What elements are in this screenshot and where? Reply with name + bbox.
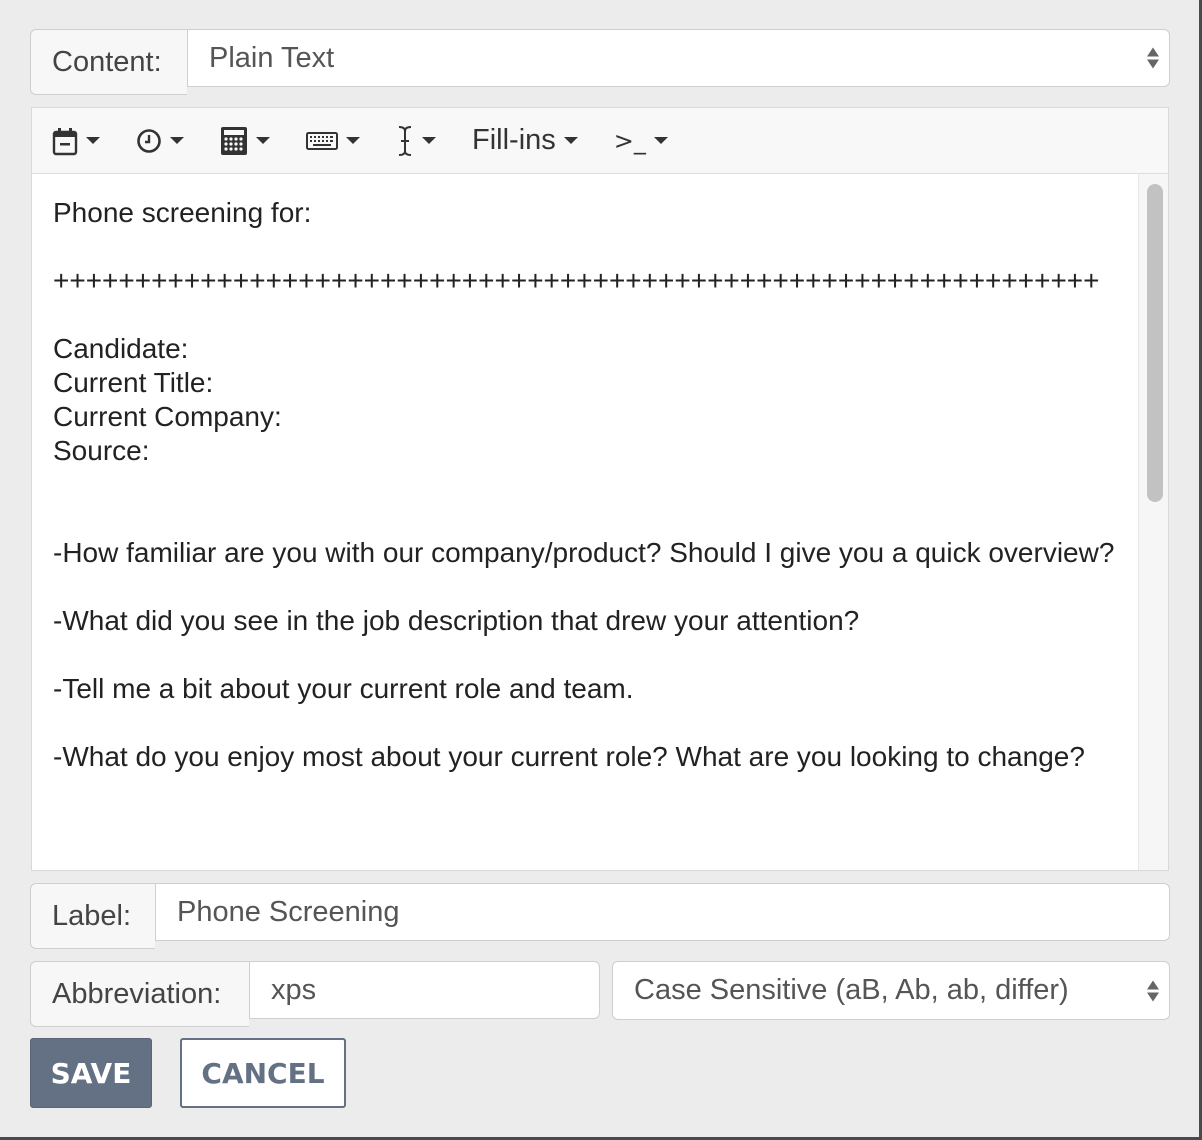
insert-keypress-button[interactable] bbox=[306, 131, 360, 151]
select-arrows-icon bbox=[1147, 980, 1159, 1001]
content-type-group: Content: Plain Text bbox=[30, 29, 1170, 95]
insert-script-button[interactable]: >_ bbox=[614, 127, 668, 155]
label-input[interactable]: Phone Screening bbox=[155, 883, 1170, 941]
case-sensitivity-select[interactable]: Case Sensitive (aB, Ab, ab, differ) bbox=[612, 961, 1170, 1020]
caret-down-icon bbox=[422, 137, 436, 144]
scrollbar-thumb[interactable] bbox=[1147, 184, 1163, 502]
content-type-value: Plain Text bbox=[209, 41, 335, 74]
caret-down-icon bbox=[256, 137, 270, 144]
snippet-editor: Fill-ins >_ Phone screening for: +++++++… bbox=[31, 107, 1169, 871]
snippet-content-textarea[interactable]: Phone screening for: +++++++++++++++++++… bbox=[32, 174, 1138, 870]
select-arrows-icon bbox=[1147, 47, 1159, 69]
insert-time-button[interactable] bbox=[136, 128, 184, 154]
abbreviation-input[interactable]: xps bbox=[249, 961, 600, 1019]
label-group: Label: Phone Screening bbox=[30, 883, 1170, 949]
caret-down-icon bbox=[653, 137, 668, 144]
insert-calculation-button[interactable] bbox=[220, 126, 270, 156]
calculator-icon bbox=[221, 126, 247, 155]
caret-down-icon bbox=[346, 137, 360, 144]
save-button[interactable]: SAVE bbox=[30, 1038, 152, 1108]
caret-down-icon bbox=[170, 137, 184, 144]
fill-ins-label: Fill-ins bbox=[472, 124, 556, 156]
text-cursor-icon bbox=[398, 125, 412, 156]
label-field-label: Label: bbox=[30, 883, 155, 949]
content-type-select[interactable]: Plain Text bbox=[187, 29, 1170, 87]
case-sensitivity-value: Case Sensitive (aB, Ab, ab, differ) bbox=[634, 974, 1069, 1006]
cancel-button[interactable]: CANCEL bbox=[180, 1038, 346, 1108]
insert-date-button[interactable] bbox=[52, 126, 100, 156]
caret-down-icon bbox=[563, 137, 578, 144]
editor-toolbar: Fill-ins >_ bbox=[32, 108, 1168, 174]
abbreviation-group: Abbreviation: xps bbox=[30, 961, 600, 1027]
caret-down-icon bbox=[86, 137, 100, 144]
abbreviation-field-label: Abbreviation: bbox=[30, 961, 249, 1027]
calendar-icon bbox=[52, 127, 78, 155]
fill-ins-button[interactable]: Fill-ins bbox=[472, 124, 578, 157]
insert-cursor-button[interactable] bbox=[396, 125, 436, 157]
editor-scrollbar[interactable] bbox=[1138, 174, 1168, 870]
content-type-label: Content: bbox=[30, 29, 187, 95]
keyboard-icon bbox=[306, 131, 338, 150]
clock-icon bbox=[137, 128, 161, 153]
terminal-icon: >_ bbox=[613, 126, 646, 155]
